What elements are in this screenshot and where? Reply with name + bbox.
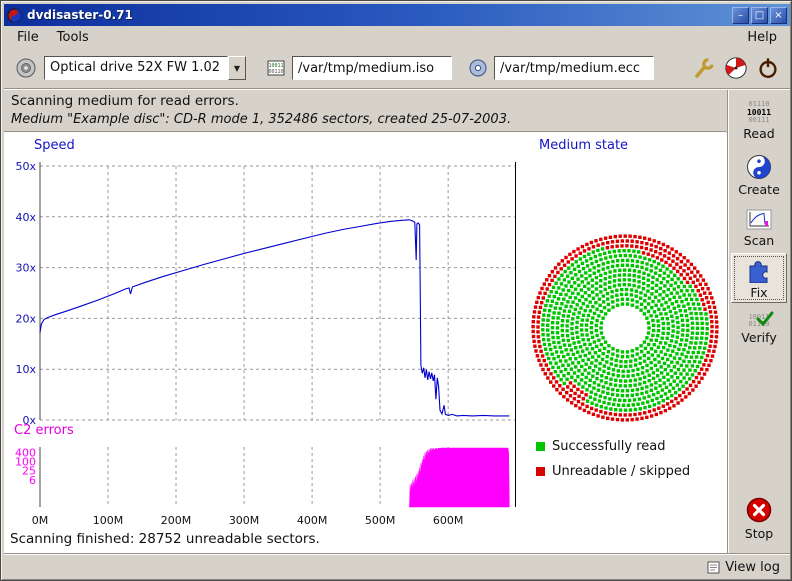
create-yin-yang-icon	[746, 154, 772, 180]
wrench-icon	[692, 56, 716, 80]
medium-state-title: Medium state	[539, 138, 628, 153]
medium-state-disc	[530, 233, 720, 423]
c2-errors-title: C2 errors	[14, 423, 74, 438]
menu-tools[interactable]: Tools	[48, 28, 98, 47]
ecc-path-field[interactable]	[494, 56, 654, 80]
svg-text:20x: 20x	[15, 312, 36, 325]
status-area: Scanning medium for read errors. Medium …	[4, 90, 726, 131]
svg-text:100M: 100M	[93, 514, 124, 527]
log-document-icon	[707, 561, 720, 574]
preferences-button[interactable]	[690, 54, 718, 82]
svg-text:40x: 40x	[15, 211, 36, 224]
svg-text:500M: 500M	[365, 514, 396, 527]
app-icon	[7, 8, 22, 23]
svg-text:50x: 50x	[15, 160, 36, 173]
create-label: Create	[738, 182, 780, 197]
help-about-button[interactable]	[722, 54, 750, 82]
speed-chart-title: Speed	[34, 138, 75, 153]
verify-button[interactable]: 10011 01110 Verify	[731, 304, 787, 354]
minimize-button[interactable]: –	[732, 7, 749, 24]
footer-bar: View log	[4, 555, 790, 579]
legend-unreadable: Unreadable / skipped	[536, 464, 690, 479]
view-log-label: View log	[725, 560, 780, 575]
fix-button[interactable]: Fix	[731, 253, 787, 303]
checkmark-icon	[756, 311, 774, 327]
scan-result-text: Scanning finished: 28752 unreadable sect…	[10, 531, 320, 547]
svg-text:30x: 30x	[15, 262, 36, 275]
menubar: File Tools Help	[4, 26, 790, 48]
titlebar[interactable]: dvdisaster-0.71 – □ ×	[4, 4, 790, 26]
iso-path-field[interactable]	[292, 56, 452, 80]
svg-text:200M: 200M	[161, 514, 192, 527]
read-icon: 01110 10011 00111	[747, 101, 771, 124]
legend-unreadable-swatch	[536, 467, 545, 476]
svg-text:10x: 10x	[15, 363, 36, 376]
svg-text:400M: 400M	[297, 514, 328, 527]
legend-read-swatch	[536, 442, 545, 451]
drive-combo[interactable]: Optical drive 52X FW 1.02 ▼	[44, 56, 246, 80]
ecc-file-button[interactable]	[466, 56, 490, 80]
color-wheel-icon	[724, 56, 748, 80]
read-button[interactable]: 01110 10011 00111 Read	[731, 96, 787, 146]
close-button[interactable]: ×	[770, 7, 787, 24]
iso-file-button[interactable]: 10011 00110	[264, 56, 288, 80]
sidebar-separator	[727, 90, 729, 553]
ecc-file-icon	[468, 58, 488, 78]
maximize-button[interactable]: □	[751, 7, 768, 24]
iso-file-icon: 10011 00110	[266, 58, 286, 78]
svg-text:300M: 300M	[229, 514, 260, 527]
svg-text:6: 6	[29, 474, 36, 487]
app-window: dvdisaster-0.71 – □ × File Tools Help Op…	[0, 0, 792, 581]
drive-combo-value: Optical drive 52X FW 1.02	[44, 56, 228, 80]
scan-label: Scan	[744, 233, 774, 248]
legend-read-label: Successfully read	[552, 439, 665, 454]
toolbar: Optical drive 52X FW 1.02 ▼ 10011 00110	[4, 48, 790, 88]
menu-help[interactable]: Help	[738, 28, 786, 47]
stop-icon	[745, 496, 773, 524]
stop-label: Stop	[745, 526, 773, 541]
chevron-down-icon[interactable]: ▼	[228, 56, 246, 80]
power-icon	[756, 56, 780, 80]
svg-text:600M: 600M	[433, 514, 464, 527]
quit-button[interactable]	[754, 54, 782, 82]
stop-button[interactable]: Stop	[731, 493, 787, 543]
view-log-button[interactable]: View log	[707, 560, 780, 575]
scan-chart-icon	[746, 209, 772, 231]
drive-icon	[15, 57, 37, 79]
fix-label: Fix	[750, 285, 767, 300]
verify-icon: 10011 01110	[748, 314, 769, 328]
verify-label: Verify	[741, 330, 776, 345]
status-action-text: Scanning medium for read errors.	[11, 93, 726, 109]
create-button[interactable]: Create	[731, 150, 787, 200]
legend-unreadable-label: Unreadable / skipped	[552, 464, 690, 479]
scan-button[interactable]: Scan	[731, 203, 787, 253]
window-title: dvdisaster-0.71	[27, 8, 730, 22]
action-sidebar: 01110 10011 00111 Read Create Scan	[730, 90, 789, 553]
status-medium-text: Medium "Example disc": CD-R mode 1, 3524…	[11, 112, 726, 127]
legend-read: Successfully read	[536, 439, 665, 454]
read-label: Read	[743, 126, 774, 141]
svg-text:00110: 00110	[268, 69, 283, 75]
drive-select-button[interactable]	[12, 54, 40, 82]
svg-text:0M: 0M	[32, 514, 49, 527]
fix-puzzle-icon	[746, 257, 772, 283]
scan-result-panel: 0x10x20x30x40x50x0M100M200M300M400M500M6…	[4, 133, 728, 553]
menu-file[interactable]: File	[8, 28, 48, 47]
